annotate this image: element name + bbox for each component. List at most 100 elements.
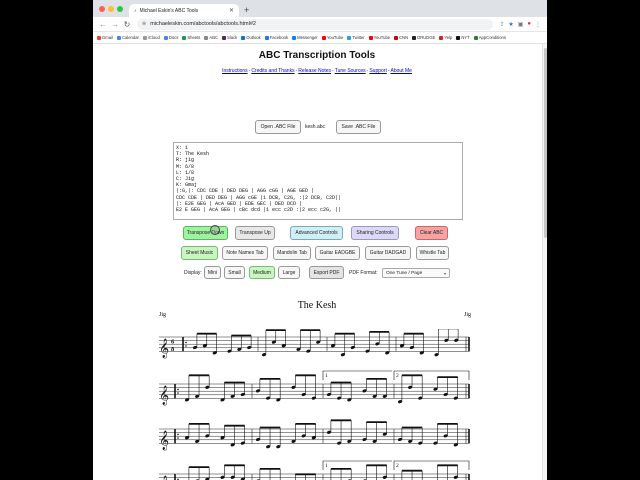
volta-label: 1 [325,373,328,379]
bookmark-label: iCloud [147,35,160,40]
bookmark-star-icon[interactable]: ★ [508,21,513,28]
back-icon[interactable]: ← [97,20,109,29]
link-separator: - [387,68,390,74]
mandolin-tab-button[interactable]: Mandolin Tab [273,246,311,260]
treble-clef-icon: 𝄞 [159,338,169,358]
bookmark-item[interactable]: iCloud [142,35,160,40]
extensions-icon[interactable]: ▣ [518,21,524,28]
note-names-tab-button[interactable]: Note Names Tab [222,246,268,260]
volta-label: 2 [396,463,399,469]
bookmark-favicon-icon [222,35,227,40]
bookmark-label: Twitter [352,35,365,40]
advanced-controls-button[interactable]: Advanced Controls [290,226,343,240]
top-links: Instructions-Credits and Thanks-Release … [93,68,541,74]
bookmark-favicon-icon [163,35,168,40]
export-pdf-button[interactable]: Export PDF [309,266,344,279]
bookmark-favicon-icon [412,35,417,40]
browser-window: ♪ Michael Eskin's ABC Tools ✕ + ← → ↻ ⊜ … [93,0,547,480]
bookmark-label: Slack [227,35,238,40]
guitar-eadgbe-button[interactable]: Guitar EADGBE [315,246,360,260]
bookmark-label: ABC [209,35,219,40]
forward-icon[interactable]: → [109,20,121,29]
bookmark-item[interactable]: NYT [456,35,470,40]
treble-clef-icon: 𝄞 [159,475,169,480]
bookmark-item[interactable]: Twitter [347,35,365,40]
bookmark-item[interactable]: Yelp [439,35,452,40]
bookmark-label: Docs [168,35,179,40]
time-signature: 8 [171,346,175,353]
sheet-music[interactable]: 𝄞68𝄞12𝄞𝄞12 [159,329,473,480]
bookmark-item[interactable]: YouTube [368,35,390,40]
tune-rhythm: Jig [159,312,167,318]
share-icon[interactable]: ⇪ [499,21,504,28]
profile-icon[interactable]: ● [527,21,531,27]
bookmark-item[interactable]: Facebook [264,35,289,40]
transpose-down-button[interactable]: Transpose Down [183,226,228,240]
sharing-controls-button[interactable]: Sharing Controls [351,226,399,240]
bookmark-favicon-icon [292,35,297,40]
abc-text-editor[interactable]: X: 1 T: The Kesh R: jig M: 6/8 L: 1/8 C:… [173,142,463,220]
repeat-dot [177,388,179,391]
bookmark-label: Calendar [121,35,139,40]
bookmark-favicon-icon [456,35,461,40]
transpose-up-button[interactable]: Transpose Up [235,226,275,240]
page-scrollbar[interactable] [542,44,547,480]
bookmark-item[interactable]: Messenger [292,35,318,40]
clear-abc-button[interactable]: Clear ABC [415,226,448,240]
tune-title: The Kesh [297,300,337,311]
nav-link-about-me[interactable]: About Me [391,68,412,74]
sheet-music-button[interactable]: Sheet Music [181,246,218,260]
bookmark-item[interactable]: CNN [394,35,408,40]
new-tab-icon[interactable]: + [244,5,249,15]
current-filename: kesh.abc [305,124,326,130]
open-abc-file-button[interactable]: Open .ABC File [255,120,301,134]
mouse-cursor [210,225,220,235]
display-large-button[interactable]: Large [278,266,300,279]
address-bar[interactable]: ⊜ michaeleskin.com/abctools/abctools.htm… [137,18,494,30]
save-abc-file-button[interactable]: Save .ABC File [336,120,381,134]
bookmark-label: Yelp [444,35,453,40]
nav-link-instructions[interactable]: Instructions [222,68,248,74]
nav-link-credits-and-thanks[interactable]: Credits and Thanks [251,68,294,74]
display-medium-button[interactable]: Medium [249,266,275,279]
bookmark-label: Gmail [102,35,113,40]
bookmark-favicon-icon [473,35,478,40]
repeat-dot [185,345,187,347]
pdf-format-select[interactable]: One Tune / Page ▾ [382,268,450,278]
bookmark-item[interactable]: Sheets [182,35,200,40]
nav-link-support[interactable]: Support [369,68,387,74]
bookmark-label: NYT [461,35,470,40]
minimize-window-icon[interactable] [108,6,114,12]
bookmark-favicon-icon [264,35,269,40]
close-window-icon[interactable] [99,6,105,12]
browser-tab[interactable]: ♪ Michael Eskin's ABC Tools ✕ [129,4,239,17]
bookmark-item[interactable]: YouTube [321,35,343,40]
bookmark-favicon-icon [368,35,373,40]
bookmark-favicon-icon [321,35,326,40]
menu-icon[interactable]: ⋮ [535,21,541,28]
nav-link-release-notes[interactable]: Release Notes [298,68,331,74]
bookmark-label: Outlook [246,35,261,40]
display-mini-button[interactable]: Mini [204,266,221,279]
repeat-dot [177,392,179,394]
bookmark-item[interactable]: Gmail [97,35,113,40]
bookmark-item[interactable]: Slack [222,35,237,40]
bookmark-item[interactable]: Docs [163,35,179,40]
site-info-icon[interactable]: ⊜ [142,21,146,27]
bookmark-item[interactable]: Calendar [116,35,139,40]
whistle-tab-button[interactable]: Whistle Tab [416,246,449,260]
volta-label: 1 [325,463,328,469]
bookmark-item[interactable]: Outlook [241,35,261,40]
nav-link-tune-sources[interactable]: Tune Sources [335,68,366,74]
bookmark-item[interactable]: DRUDGE [412,35,435,40]
tab-close-icon[interactable]: ✕ [229,7,234,14]
guitar-dadgad-button[interactable]: Guitar DADGAD [365,246,411,260]
display-small-button[interactable]: Small [224,266,245,279]
bookmark-item[interactable]: ABC [204,35,218,40]
maximize-window-icon[interactable] [117,6,123,12]
bookmark-label: Facebook [269,35,289,40]
reload-icon[interactable]: ↻ [121,20,133,29]
bookmark-item[interactable]: AppConditions [473,35,506,40]
bookmark-favicon-icon [394,35,399,40]
scrollbar-thumb[interactable] [544,48,547,238]
